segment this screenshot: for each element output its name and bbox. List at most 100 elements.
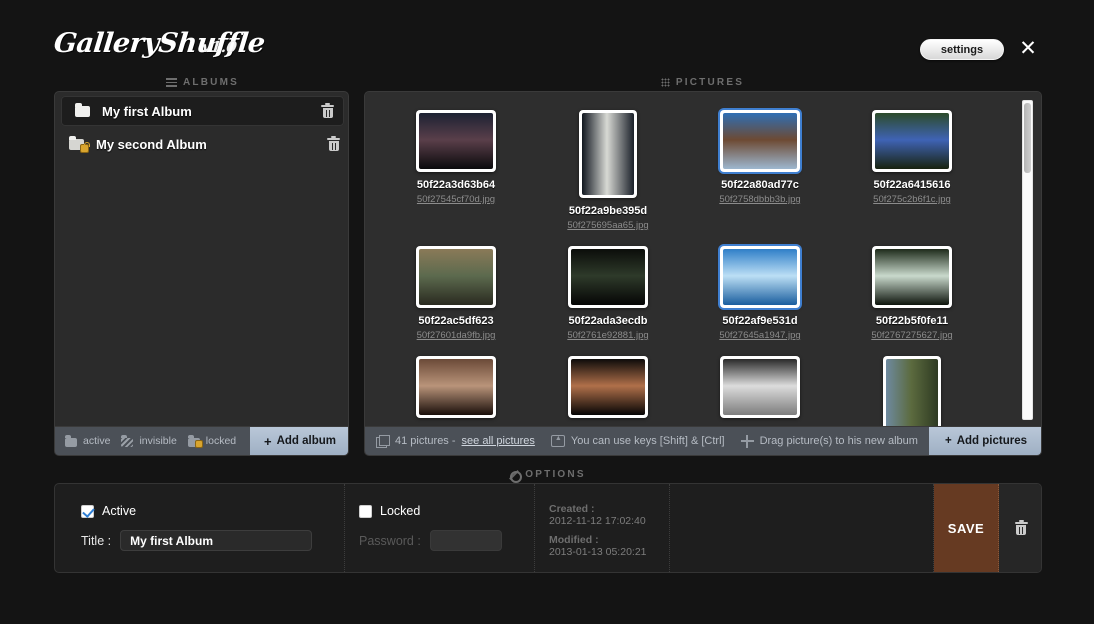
picture-thumbnail	[419, 249, 493, 305]
picture-cell[interactable]	[541, 356, 675, 426]
album-row[interactable]: My first Album	[61, 96, 344, 126]
picture-thumbnail-frame[interactable]	[416, 356, 496, 418]
save-button[interactable]: SAVE	[934, 484, 999, 572]
picture-filename[interactable]: 50f2761e92881.jpg	[567, 330, 648, 341]
picture-filename[interactable]: 50f275c2b6f1c.jpg	[873, 194, 951, 205]
legend-label: locked	[206, 435, 236, 447]
settings-button[interactable]: settings	[920, 39, 1004, 60]
legend-label: invisible	[139, 435, 176, 447]
keys-hint-group: You can use keys [Shift] & [Ctrl]	[551, 435, 725, 447]
folder-locked-icon	[188, 436, 202, 447]
add-pictures-button[interactable]: + Add pictures	[929, 427, 1042, 455]
add-album-label: Add album	[277, 435, 336, 447]
created-value: 2012-11-12 17:02:40	[549, 515, 669, 527]
picture-thumbnail-frame[interactable]	[720, 110, 800, 172]
keyboard-icon	[551, 435, 565, 447]
picture-thumbnail	[886, 359, 938, 426]
drag-hint-group: Drag picture(s) to his new album	[741, 435, 918, 448]
folder-invisible-icon	[121, 436, 135, 447]
password-row: Password :	[359, 530, 534, 551]
close-icon[interactable]: ✕	[1018, 39, 1038, 59]
picture-cell[interactable]: 50f22af9e531d50f27645a1947.jpg	[693, 246, 827, 341]
pictures-count: 41 pictures -	[395, 435, 456, 447]
pictures-info: 41 pictures - see all pictures You can u…	[365, 427, 929, 455]
see-all-pictures-link[interactable]: see all pictures	[462, 435, 535, 447]
picture-thumbnail-frame[interactable]	[568, 246, 648, 308]
picture-cell[interactable]	[845, 356, 979, 426]
picture-thumbnail-frame[interactable]	[720, 246, 800, 308]
keys-hint: You can use keys [Shift] & [Ctrl]	[571, 435, 725, 447]
delete-album-icon[interactable]	[321, 104, 334, 118]
title-label: Title :	[81, 534, 111, 548]
picture-cell[interactable]: 50f22a3d63b64 50f27545cf70d.jpg	[389, 110, 523, 231]
picture-thumbnail-frame[interactable]	[883, 356, 941, 426]
picture-thumbnail-frame[interactable]	[416, 246, 496, 308]
locked-checkbox[interactable]	[359, 505, 372, 518]
app-header: GalleryShuffle v1.0 settings ✕	[0, 0, 1094, 72]
options-lock-column: Locked Password :	[345, 484, 535, 572]
picture-title: 50f22a6415616	[873, 179, 950, 191]
hamburger-icon	[166, 78, 177, 87]
picture-thumbnail	[582, 113, 634, 195]
picture-cell[interactable]	[389, 356, 523, 426]
picture-thumbnail	[419, 113, 493, 169]
albums-panel: My first AlbumMy second Album activeinvi…	[54, 91, 349, 456]
modified-label: Modified :	[549, 534, 669, 546]
active-label: Active	[102, 504, 136, 518]
delete-album-button[interactable]	[999, 484, 1042, 572]
gallery-shuffle-window: GalleryShuffle v1.0 settings ✕ ALBUMS PI…	[0, 0, 1094, 624]
albums-section-title: ALBUMS	[115, 77, 290, 88]
picture-title: 50f22a9be395d	[569, 205, 647, 217]
picture-filename[interactable]: 50f27601da9fb.jpg	[417, 330, 496, 341]
add-pictures-label: Add pictures	[957, 435, 1027, 447]
picture-thumbnail-frame[interactable]	[720, 356, 800, 418]
options-save-column: SAVE	[934, 484, 999, 572]
pictures-count-group: 41 pictures - see all pictures	[376, 435, 535, 447]
picture-filename[interactable]: 50f2767275627.jpg	[871, 330, 952, 341]
albums-title-label: ALBUMS	[183, 77, 239, 88]
album-row[interactable]: My second Album	[55, 128, 349, 160]
trash-icon	[1015, 521, 1028, 535]
active-row: Active	[81, 504, 344, 518]
picture-thumbnail-frame[interactable]	[568, 356, 648, 418]
pictures-grid: 50f22a3d63b64 50f27545cf70d.jpg 50f22a9be3…	[389, 110, 1019, 426]
picture-filename[interactable]: 50f27545cf70d.jpg	[417, 194, 495, 205]
pictures-panel: 50f22a3d63b64 50f27545cf70d.jpg 50f22a9be3…	[364, 91, 1042, 456]
picture-filename[interactable]: 50f27645a1947.jpg	[719, 330, 800, 341]
album-title-input[interactable]	[120, 530, 312, 551]
picture-filename[interactable]: 50f2758dbbb3b.jpg	[719, 194, 800, 205]
active-checkbox[interactable]	[81, 505, 94, 518]
locked-label: Locked	[380, 504, 420, 518]
picture-thumbnail-frame[interactable]	[872, 110, 952, 172]
options-album-column: Active Title :	[55, 484, 345, 572]
picture-cell[interactable]: 50f22a6415616 50f275c2b6f1c.jpg	[845, 110, 979, 231]
picture-cell[interactable]	[693, 356, 827, 426]
picture-thumbnail-frame[interactable]	[579, 110, 637, 198]
picture-title: 50f22a3d63b64	[417, 179, 495, 191]
delete-album-icon[interactable]	[327, 137, 340, 151]
album-password-input[interactable]	[430, 530, 502, 551]
options-title-label: OPTIONS	[525, 469, 585, 480]
password-label: Password :	[359, 534, 421, 548]
picture-thumbnail	[571, 359, 645, 415]
picture-thumbnail-frame[interactable]	[416, 110, 496, 172]
picture-cell[interactable]: 50f22ac5df62350f27601da9fb.jpg	[389, 246, 523, 341]
picture-thumbnail-frame[interactable]	[872, 246, 952, 308]
folder-locked-icon	[69, 137, 87, 151]
app-version: v1.0	[201, 38, 238, 56]
picture-cell[interactable]: 50f22ada3ecdb50f2761e92881.jpg	[541, 246, 675, 341]
album-list: My first Album My second Album	[55, 92, 349, 426]
add-album-button[interactable]: + Add album	[250, 427, 349, 455]
picture-cell[interactable]: 50f22a80ad77c50f2758dbbb3b.jpg	[693, 110, 827, 231]
picture-cell[interactable]: 50f22b5f0fe1150f2767275627.jpg	[845, 246, 979, 341]
picture-filename[interactable]: 50f275695aa65.jpg	[567, 220, 648, 231]
album-name: My second Album	[96, 137, 327, 152]
picture-cell[interactable]: 50f22a9be395d 50f275695aa65.jpg	[541, 110, 675, 231]
options-section-title: OPTIONS	[460, 469, 635, 480]
pictures-scrollbar[interactable]	[1022, 100, 1033, 420]
grid-icon	[661, 78, 670, 87]
drag-hint: Drag picture(s) to his new album	[760, 435, 918, 447]
scrollbar-thumb[interactable]	[1024, 103, 1031, 173]
stack-icon	[376, 435, 389, 447]
modified-value: 2013-01-13 05:20:21	[549, 546, 669, 558]
